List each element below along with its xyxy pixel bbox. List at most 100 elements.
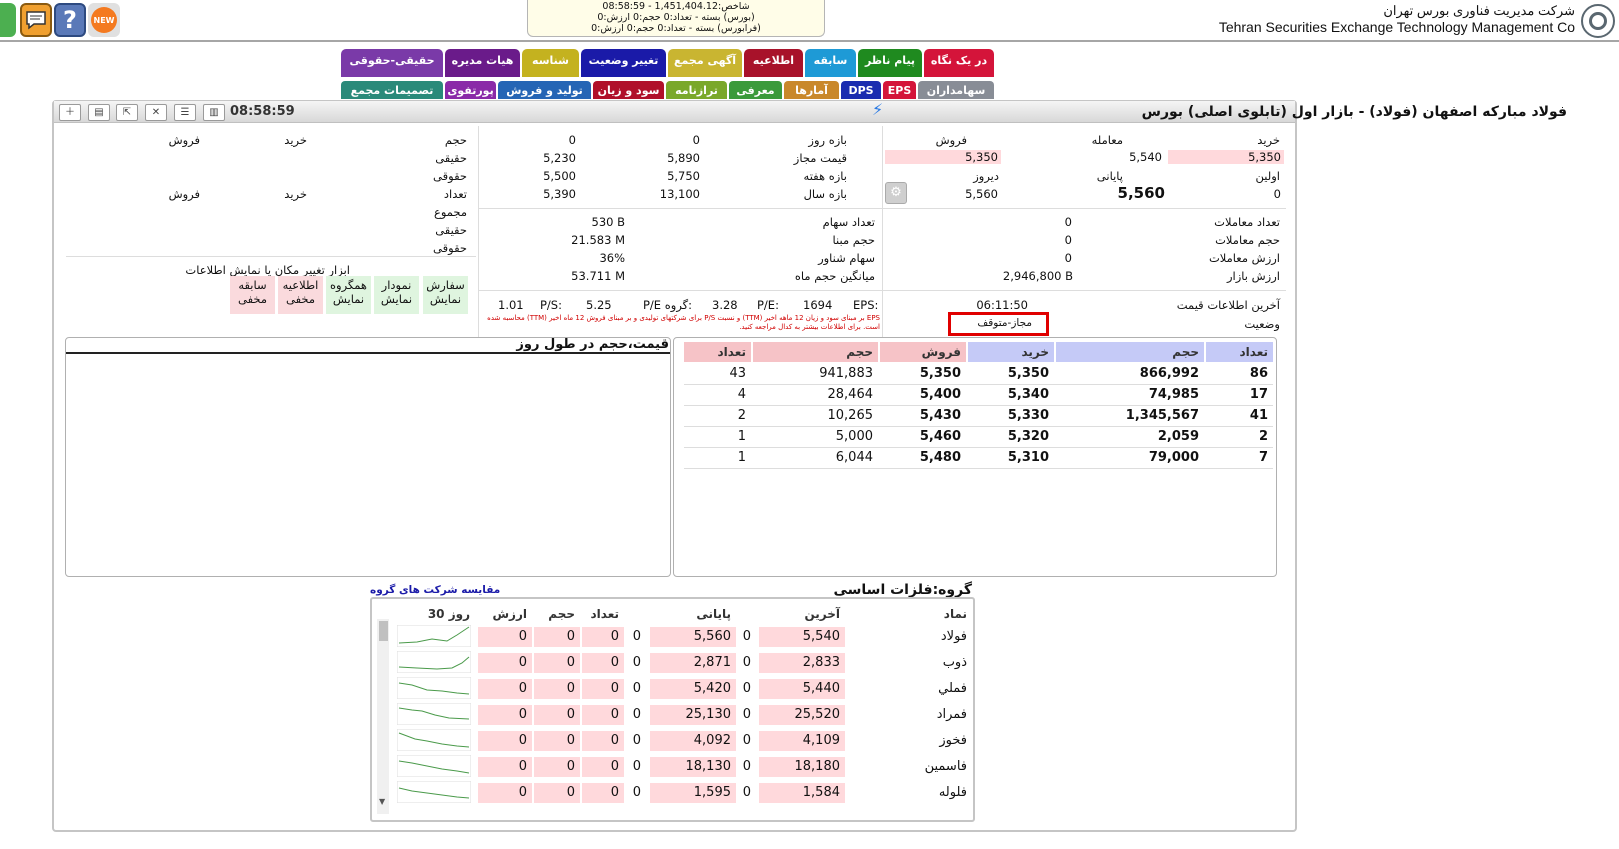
- group-close: 18,130: [650, 757, 736, 777]
- market-index-ticker: شاخص:1,451,404.12 - 08:58:59 (بورس) بسته…: [527, 0, 825, 37]
- group-close: 5,420: [650, 679, 736, 699]
- group-count: 0: [582, 627, 624, 647]
- first-price: 0: [1273, 187, 1281, 201]
- ratios-note: EPS بر مبنای سود و زیان 12 ماهه اخیر (TT…: [487, 314, 880, 331]
- tab-8[interactable]: حقیقی-حقوقی: [341, 49, 443, 77]
- group-header-count: تعداد: [590, 607, 619, 621]
- tool-toggle-1[interactable]: نمودار نمایش: [374, 276, 419, 314]
- grid-app-icon[interactable]: [0, 3, 16, 37]
- orderbook-cell: 5,350: [919, 366, 961, 381]
- divider: [478, 126, 479, 338]
- scroll-down-icon[interactable]: ▼: [379, 797, 385, 806]
- tab-6[interactable]: شناسه: [522, 49, 579, 77]
- group-count: 0: [582, 757, 624, 777]
- buy-label: خرید: [1257, 133, 1280, 147]
- group-symbol-link[interactable]: فمراد: [847, 705, 972, 725]
- group-sparkline: [397, 677, 471, 699]
- year-range-max: 13,100: [659, 187, 700, 201]
- shares: 530 B: [591, 215, 626, 229]
- group-symbol-link[interactable]: فولاد: [847, 627, 972, 647]
- avg-month-volume-label: میانگین حجم ماه: [794, 269, 875, 283]
- tab-secondary-4[interactable]: معرفی: [729, 81, 782, 99]
- tab-secondary-5[interactable]: ترازنامه: [666, 81, 727, 99]
- first-label: اولین: [1255, 169, 1280, 183]
- company-name-fa: شرکت مدیریت فناوری بورس تهران: [1383, 3, 1575, 18]
- people-legal-count-label: حقوقی: [433, 241, 467, 255]
- tab-1[interactable]: پیام ناظر: [858, 49, 922, 77]
- tab-secondary-3[interactable]: آمارها: [784, 81, 839, 99]
- tab-secondary-9[interactable]: تصمیمات مجمع: [341, 81, 443, 99]
- people-count-sell-label: فروش: [168, 187, 200, 201]
- group-symbol-link[interactable]: فاسمین: [847, 757, 972, 777]
- settings-sliders-icon[interactable]: ⚙: [885, 182, 907, 204]
- group-scrollbar-thumb[interactable]: [379, 621, 388, 641]
- group-close: 5,560: [650, 627, 736, 647]
- group-symbol-link[interactable]: ذوب: [847, 653, 972, 673]
- orderbook-cell: 74,985: [1148, 387, 1199, 402]
- tab-7[interactable]: هیات مدیره: [445, 49, 520, 77]
- tab-3[interactable]: اطلاعیه: [744, 49, 803, 77]
- float: 36%: [599, 251, 625, 265]
- tab-secondary-7[interactable]: تولید و فروش: [498, 81, 591, 99]
- group-scrollbar[interactable]: [377, 619, 389, 814]
- tab-2[interactable]: سابقه: [805, 49, 856, 77]
- group-close: 25,130: [650, 705, 736, 725]
- list-view-icon[interactable]: ☰: [174, 104, 196, 121]
- sell-label: فروش: [935, 133, 967, 147]
- orderbook-cell: 7: [1258, 450, 1268, 465]
- compare-chart-icon[interactable]: ✕: [145, 104, 167, 121]
- group-last: 18,180: [759, 757, 845, 777]
- tab-secondary-2[interactable]: DPS: [841, 81, 881, 99]
- help-icon[interactable]: ?: [54, 3, 86, 37]
- instrument-time: 08:58:59: [230, 104, 295, 119]
- allowed-range-label: قیمت مجاز: [793, 151, 847, 165]
- company-name: شرکت مدیریت فناوری بورس تهران Tehran Sec…: [1219, 2, 1575, 36]
- tab-5[interactable]: تغییر وضعیت: [581, 49, 666, 77]
- ticker-bourse: (بورس) بسته - تعداد:0 حجم:0 ارزش:0: [597, 12, 755, 23]
- document-icon[interactable]: ▤: [88, 104, 110, 121]
- tool-toggle-3[interactable]: اطلاعیه مخفی: [278, 276, 323, 314]
- group-header-symbol: نماد: [943, 607, 967, 621]
- ticker-index: شاخص:1,451,404.12 - 08:58:59: [602, 1, 750, 12]
- refresh-flash-icon: ⚡: [872, 100, 884, 119]
- tool-name: نمودار: [381, 278, 412, 292]
- tool-toggle-4[interactable]: سابقه مخفی: [230, 276, 275, 314]
- tool-toggle-0[interactable]: سفارش نمایش: [423, 276, 468, 314]
- group-header-close: پایانی: [696, 607, 731, 621]
- tab-secondary-8[interactable]: پورتفوی: [445, 81, 496, 99]
- export-icon[interactable]: ⇱: [116, 104, 138, 121]
- tsetmc-logo-icon: [1581, 4, 1615, 38]
- week-range-label: بازه هفته: [803, 169, 847, 183]
- week-range-min: 5,500: [543, 169, 576, 183]
- tab-4[interactable]: آگهی مجمع: [668, 49, 742, 77]
- group-symbol-link[interactable]: فخوز: [847, 731, 972, 751]
- group-symbol-link[interactable]: فلوله: [847, 783, 972, 803]
- tool-toggle-2[interactable]: همگروه نمایش: [326, 276, 371, 314]
- group-last-change: 0: [742, 629, 751, 644]
- tab-secondary-0[interactable]: سهامداران: [918, 81, 994, 99]
- group-count: 0: [582, 783, 624, 803]
- new-badge-icon[interactable]: NEW: [88, 3, 120, 37]
- tab-0[interactable]: در یک نگاه: [924, 49, 994, 77]
- chat-icon[interactable]: [20, 3, 52, 37]
- orderbook-cell: 86: [1249, 366, 1268, 381]
- people-real-count-label: حقیقی: [435, 223, 467, 237]
- group-sparkline: [397, 755, 471, 777]
- orderbook-cell: 5,000: [835, 429, 873, 444]
- trades-count-label: تعداد معاملات: [1214, 215, 1280, 229]
- group-close-change: 0: [632, 707, 641, 722]
- group-symbol-link[interactable]: فملي: [847, 679, 972, 699]
- bar-chart-icon[interactable]: ▥: [203, 104, 225, 121]
- tab-secondary-6[interactable]: سود و زیان: [593, 81, 664, 99]
- tool-name: سفارش: [426, 278, 465, 292]
- orderbook-cell: 10,265: [827, 408, 874, 423]
- tab-secondary-1[interactable]: EPS: [883, 81, 916, 99]
- group-volume: 0: [534, 653, 580, 673]
- people-sell-label: فروش: [168, 133, 200, 147]
- compare-group-link[interactable]: مقایسه شرکت های گروه: [370, 584, 500, 596]
- trades-volume: 0: [1064, 233, 1072, 247]
- group-close-change: 0: [632, 733, 641, 748]
- orderbook-header: حجم: [753, 342, 878, 362]
- add-icon[interactable]: ＋: [59, 104, 81, 121]
- group-close-change: 0: [632, 629, 641, 644]
